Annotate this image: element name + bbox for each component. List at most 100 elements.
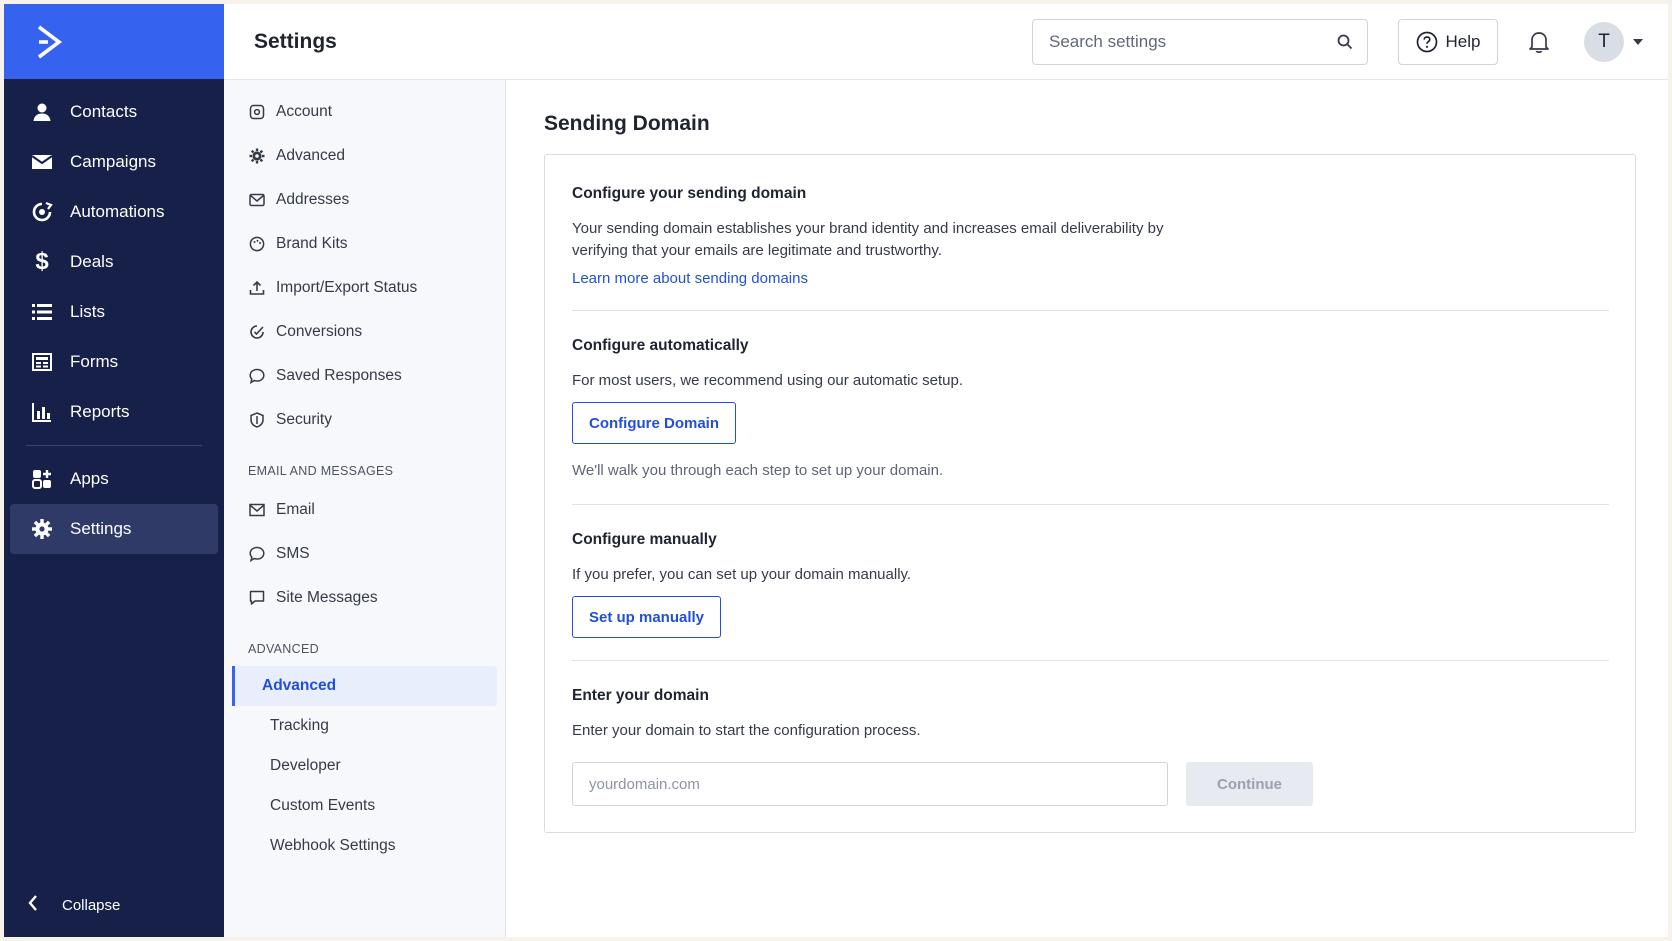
page-title: Sending Domain bbox=[544, 112, 710, 135]
nav-item-label: Reports bbox=[70, 402, 130, 421]
settings-item-label: Site Messages bbox=[276, 589, 378, 606]
nav-item-campaigns[interactable]: Campaigns bbox=[10, 137, 218, 187]
auto-heading: Configure automatically bbox=[572, 337, 749, 354]
target-check-icon bbox=[248, 323, 266, 341]
intro-description: Your sending domain establishes your bra… bbox=[572, 220, 1164, 259]
settings-item-tracking[interactable]: Tracking bbox=[232, 706, 497, 746]
nav-item-label: Automations bbox=[70, 202, 165, 221]
logo-chevron-icon bbox=[37, 25, 62, 58]
settings-item-security[interactable]: Security bbox=[224, 398, 497, 442]
set-up-manually-button[interactable]: Set up manually bbox=[572, 596, 722, 638]
nav-item-label: Deals bbox=[70, 252, 114, 271]
manual-description: If you prefer, you can set up your domai… bbox=[572, 566, 912, 583]
nav-item-label: Contacts bbox=[70, 102, 138, 121]
settings-item-webhook-settings[interactable]: Webhook Settings bbox=[232, 826, 497, 866]
speech-bubble-icon bbox=[248, 367, 266, 385]
settings-item-brand-kits[interactable]: Brand Kits bbox=[224, 222, 497, 266]
gear-icon bbox=[248, 147, 266, 165]
nav-item-reports[interactable]: Reports bbox=[10, 387, 218, 437]
settings-item-import-export[interactable]: Import/Export Status bbox=[224, 266, 497, 310]
settings-item-label: Email bbox=[276, 501, 315, 518]
help-button[interactable]: Help bbox=[1398, 18, 1498, 65]
settings-nav: Account Advanced Addresses Brand Kits Im… bbox=[224, 80, 506, 937]
intro-heading: Configure your sending domain bbox=[572, 185, 807, 202]
notifications-bell-icon[interactable] bbox=[1528, 30, 1550, 54]
divider bbox=[572, 660, 1609, 661]
form-icon bbox=[30, 350, 54, 374]
address-envelope-icon bbox=[248, 191, 266, 209]
nav-item-settings[interactable]: Settings bbox=[10, 504, 218, 554]
search-box[interactable] bbox=[1032, 18, 1368, 65]
automation-icon bbox=[30, 200, 54, 224]
search-input[interactable] bbox=[1049, 31, 1337, 52]
primary-nav: Contacts Campaigns Automations $ Deals L… bbox=[4, 4, 224, 937]
settings-item-site-messages[interactable]: Site Messages bbox=[224, 576, 497, 620]
envelope-icon bbox=[30, 150, 54, 174]
settings-item-label: Advanced bbox=[276, 147, 345, 164]
chat-bubble-icon bbox=[248, 545, 266, 563]
collapse-button[interactable]: Collapse bbox=[4, 885, 224, 925]
dollar-icon: $ bbox=[35, 248, 49, 275]
nav-divider bbox=[26, 445, 202, 446]
message-square-icon bbox=[248, 589, 266, 607]
settings-item-conversions[interactable]: Conversions bbox=[224, 310, 497, 354]
settings-item-label: Conversions bbox=[276, 323, 363, 340]
logo[interactable] bbox=[4, 4, 224, 79]
domain-description: Enter your domain to start the configura… bbox=[572, 722, 921, 739]
settings-item-developer[interactable]: Developer bbox=[232, 746, 497, 786]
shield-icon bbox=[248, 411, 266, 429]
section-heading-email: EMAIL AND MESSAGES bbox=[248, 464, 394, 478]
settings-item-label: Account bbox=[276, 103, 333, 120]
gear-icon bbox=[30, 517, 54, 541]
nav-item-label: Campaigns bbox=[70, 152, 156, 171]
upload-icon bbox=[248, 279, 266, 297]
envelope-outline-icon bbox=[248, 501, 266, 519]
settings-item-account[interactable]: Account bbox=[224, 90, 497, 134]
user-menu[interactable]: T bbox=[1584, 21, 1644, 62]
domain-input[interactable] bbox=[572, 762, 1168, 806]
auto-description: For most users, we recommend using our a… bbox=[572, 372, 963, 389]
top-bar: Settings Help T bbox=[224, 4, 1668, 80]
help-label: Help bbox=[1445, 31, 1481, 51]
search-icon[interactable] bbox=[1337, 34, 1353, 50]
nav-item-label: Apps bbox=[70, 469, 109, 488]
nav-item-deals[interactable]: $ Deals bbox=[10, 237, 218, 287]
nav-item-automations[interactable]: Automations bbox=[10, 187, 218, 237]
nav-item-lists[interactable]: Lists bbox=[10, 287, 218, 337]
apps-icon bbox=[30, 467, 54, 491]
auto-hint: We'll walk you through each step to set … bbox=[572, 462, 944, 479]
settings-item-addresses[interactable]: Addresses bbox=[224, 178, 497, 222]
gear-outline-icon bbox=[248, 103, 266, 121]
settings-item-custom-events[interactable]: Custom Events bbox=[232, 786, 497, 826]
nav-item-label: Lists bbox=[70, 302, 105, 321]
nav-item-forms[interactable]: Forms bbox=[10, 337, 218, 387]
settings-item-saved-responses[interactable]: Saved Responses bbox=[224, 354, 497, 398]
palette-icon bbox=[248, 235, 266, 253]
settings-item-email[interactable]: Email bbox=[224, 488, 497, 532]
domain-heading: Enter your domain bbox=[572, 687, 709, 704]
divider bbox=[572, 310, 1609, 311]
list-icon bbox=[30, 300, 54, 324]
continue-button[interactable]: Continue bbox=[1186, 762, 1313, 806]
learn-more-link[interactable]: Learn more about sending domains bbox=[572, 270, 808, 287]
nav-item-contacts[interactable]: Contacts bbox=[10, 87, 218, 137]
settings-item-advanced[interactable]: Advanced bbox=[232, 666, 497, 706]
settings-item-label: Security bbox=[276, 411, 332, 428]
avatar: T bbox=[1584, 21, 1624, 62]
domain-form: Continue bbox=[572, 762, 1609, 806]
question-circle-icon bbox=[1416, 31, 1438, 53]
settings-item-label: Import/Export Status bbox=[276, 279, 418, 296]
nav-item-apps[interactable]: Apps bbox=[10, 454, 218, 504]
nav-item-label: Forms bbox=[70, 352, 119, 371]
chart-icon bbox=[30, 400, 54, 424]
page-body: Account Advanced Addresses Brand Kits Im… bbox=[224, 80, 1668, 937]
settings-item-advanced-general[interactable]: Advanced bbox=[224, 134, 497, 178]
app-window: Contacts Campaigns Automations $ Deals L… bbox=[4, 4, 1668, 937]
settings-item-sms[interactable]: SMS bbox=[224, 532, 497, 576]
sending-domain-card: Configure your sending domain Your sendi… bbox=[544, 154, 1636, 833]
divider bbox=[572, 504, 1609, 505]
configure-domain-button[interactable]: Configure Domain bbox=[572, 402, 736, 444]
main-area: Settings Help T bbox=[224, 4, 1668, 937]
caret-down-icon bbox=[1632, 38, 1644, 46]
person-icon bbox=[30, 100, 54, 124]
